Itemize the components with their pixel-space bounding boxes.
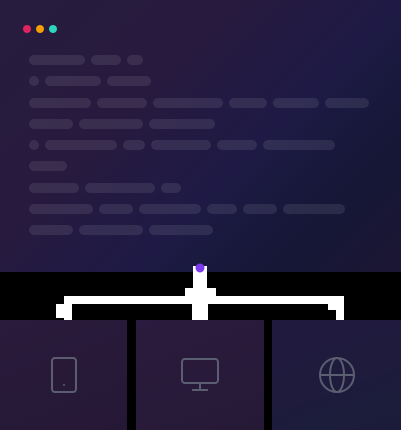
code-line (29, 55, 143, 65)
code-line (29, 140, 335, 150)
code-line (29, 98, 369, 108)
globe-icon (318, 357, 355, 393)
code-token-placeholder (207, 204, 237, 214)
drop-left (64, 296, 72, 320)
code-token-placeholder (263, 140, 335, 150)
illustration-canvas (0, 0, 401, 430)
code-token-placeholder (29, 55, 85, 65)
code-token-placeholder (139, 204, 201, 214)
drop-center (192, 300, 208, 320)
code-token-placeholder (99, 204, 133, 214)
connector-graphics (56, 266, 344, 324)
right-node (328, 296, 344, 310)
code-token-placeholder (29, 76, 39, 86)
tablet-icon (50, 357, 77, 393)
code-token-placeholder (29, 204, 93, 214)
device-card-tablet[interactable] (0, 320, 127, 430)
code-line (29, 161, 67, 171)
code-token-placeholder (29, 98, 91, 108)
code-token-placeholder (123, 140, 145, 150)
code-line (29, 183, 181, 193)
code-token-placeholder (149, 225, 213, 235)
code-token-placeholder (151, 140, 211, 150)
close-dot[interactable] (23, 25, 31, 33)
code-line (29, 225, 213, 235)
code-token-placeholder (79, 119, 143, 129)
code-token-placeholder (217, 140, 257, 150)
monitor-icon (181, 358, 219, 391)
code-editor-window (0, 0, 401, 272)
code-token-placeholder (29, 225, 73, 235)
device-card-monitor[interactable] (136, 320, 264, 430)
left-node (56, 304, 72, 318)
code-token-placeholder (29, 183, 79, 193)
code-token-placeholder (229, 98, 267, 108)
code-token-placeholder (107, 76, 151, 86)
code-token-placeholder (283, 204, 345, 214)
code-token-placeholder (85, 183, 155, 193)
code-token-placeholder (29, 140, 39, 150)
code-token-placeholder (91, 55, 121, 65)
window-controls (23, 25, 57, 33)
minimize-dot[interactable] (36, 25, 44, 33)
code-token-placeholder (45, 76, 101, 86)
code-token-placeholder (149, 119, 215, 129)
hub-block (185, 288, 216, 300)
code-token-placeholder (243, 204, 277, 214)
code-token-placeholder (79, 225, 143, 235)
device-card-globe[interactable] (272, 320, 401, 430)
code-line (29, 76, 151, 86)
code-line (29, 204, 345, 214)
code-token-placeholder (29, 119, 73, 129)
bus-line (64, 296, 344, 304)
code-line (29, 119, 215, 129)
code-token-placeholder (45, 140, 117, 150)
maximize-dot[interactable] (49, 25, 57, 33)
code-token-placeholder (153, 98, 223, 108)
code-token-placeholder (273, 98, 319, 108)
code-token-placeholder (325, 98, 369, 108)
code-token-placeholder (161, 183, 181, 193)
code-token-placeholder (29, 161, 67, 171)
code-token-placeholder (97, 98, 147, 108)
code-token-placeholder (127, 55, 143, 65)
